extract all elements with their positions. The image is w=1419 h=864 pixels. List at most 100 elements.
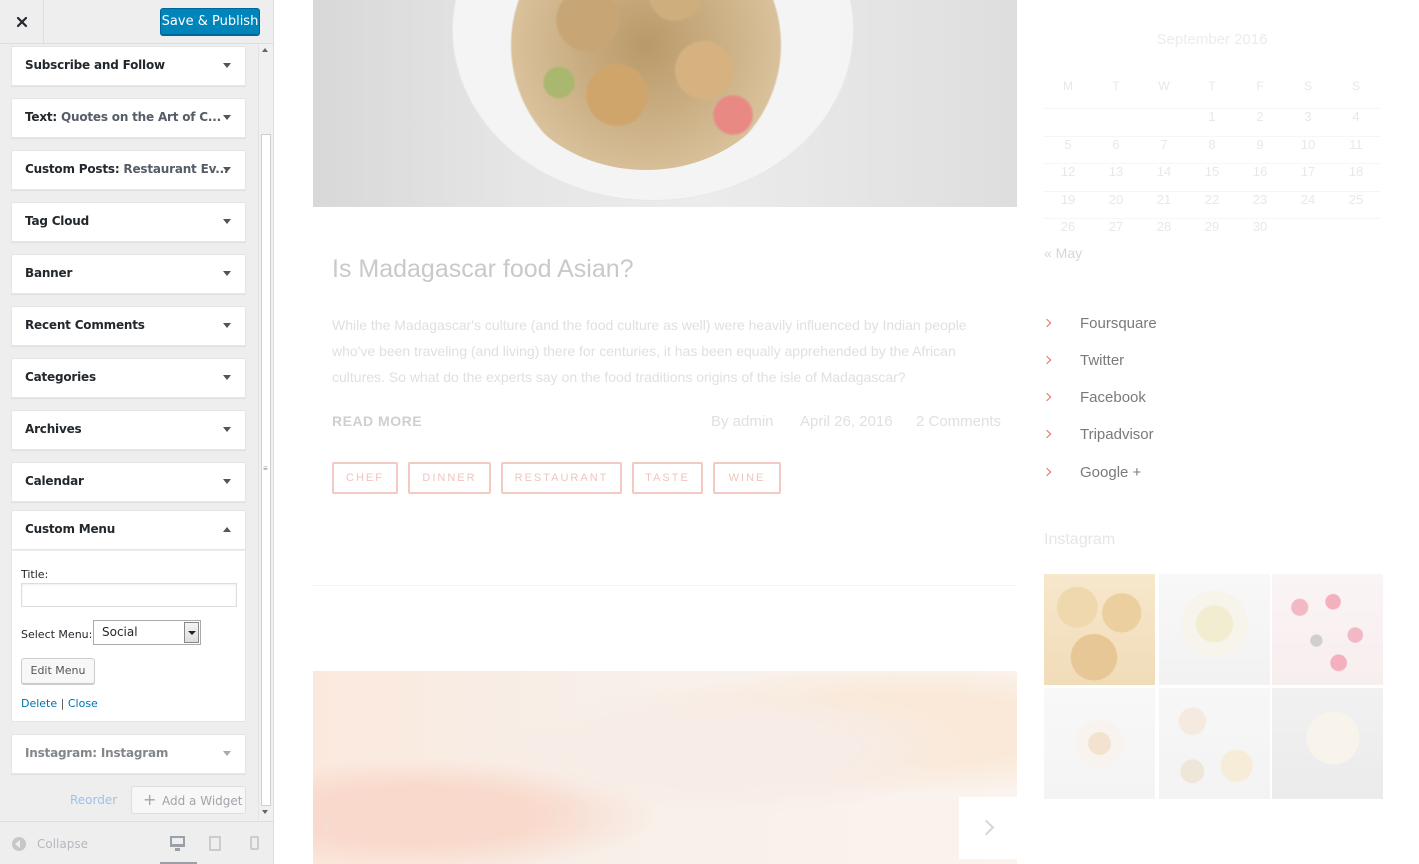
instagram-photo[interactable] [1044,574,1155,685]
calendar-prev-link[interactable]: « May [1044,245,1082,261]
calendar-day: 13 [1108,164,1124,179]
chevron-down-icon[interactable] [223,63,231,68]
close-link[interactable]: Close [68,697,98,710]
calendar-weekday: M [1063,79,1073,93]
chevron-down-icon[interactable] [223,751,231,756]
tag-taste[interactable]: TASTE [632,462,703,494]
instagram-photo[interactable] [1272,574,1383,685]
save-publish-button[interactable]: Save & Publish [160,8,260,35]
widget-custom-menu[interactable]: Custom Menu [11,510,246,550]
chevron-right-icon [1042,467,1052,477]
post-author[interactable]: By admin [711,413,774,430]
widget-title: Archives [25,422,82,436]
social-label[interactable]: Google + [1080,464,1141,481]
widget-recent-comments[interactable]: Recent Comments [11,306,246,346]
social-item-tripadvisor[interactable]: Tripadvisor [1042,425,1344,447]
tag-restaurant[interactable]: RESTAURANT [501,462,622,494]
social-item-twitter[interactable]: Twitter [1042,351,1344,373]
calendar-weekday: W [1158,79,1170,93]
calendar-day: 10 [1300,136,1316,152]
calendar-day: 26 [1060,219,1076,234]
chevron-down-icon[interactable] [223,219,231,224]
select-menu-dropdown[interactable]: Social [93,620,201,645]
sidebar-scrollbar[interactable]: ≡ [258,44,273,820]
chevron-down-icon[interactable] [223,479,231,484]
widget-archives[interactable]: Archives [11,410,246,450]
tag-wine[interactable]: WINE [713,462,781,494]
customizer-footer: Collapse [0,821,273,864]
widget-title: Subscribe and Follow [25,58,165,72]
post-featured-image[interactable] [313,0,1017,207]
calendar-day: 6 [1112,136,1120,152]
calendar-weekday: T [1112,79,1120,93]
scroll-up-icon[interactable] [262,48,268,52]
widget-list: Subscribe and Follow Text: Quotes on the… [0,44,258,820]
chevron-down-icon[interactable] [184,622,199,643]
add-widget-button[interactable]: + Add a Widget [131,786,246,814]
tablet-icon[interactable] [209,836,221,851]
chevron-down-icon[interactable] [223,115,231,120]
calendar-day: 19 [1060,191,1076,207]
widget-title: Recent Comments [25,318,145,332]
calendar-day: 4 [1352,109,1360,124]
tag-dinner[interactable]: DINNER [408,462,491,494]
instagram-photo[interactable] [1159,574,1270,685]
chevron-down-icon[interactable] [223,271,231,276]
post-comments[interactable]: 2 Comments [916,413,1001,430]
chevron-down-icon[interactable] [223,323,231,328]
instagram-photo[interactable] [1272,688,1383,799]
widget-calendar[interactable]: Calendar [11,462,246,502]
title-input[interactable] [21,583,237,607]
slider-next-button[interactable] [959,797,1017,859]
close-customizer-button[interactable] [0,0,44,44]
post-date[interactable]: April 26, 2016 [800,413,893,430]
widget-banner[interactable]: Banner [11,254,246,294]
widget-title: Categories [25,370,96,384]
tag-chef[interactable]: CHEF [332,462,398,494]
chevron-right-icon [1042,355,1052,365]
instagram-photo[interactable] [1159,688,1270,799]
collapse-icon[interactable] [12,837,26,851]
collapse-button[interactable]: Collapse [37,837,88,851]
social-item-foursquare[interactable]: Foursquare [1042,314,1344,336]
read-more-link[interactable]: READ MORE [332,413,422,429]
social-item-facebook[interactable]: Facebook [1042,388,1344,410]
widget-instagram[interactable]: Instagram: Instagram [11,734,246,774]
close-icon [16,16,27,28]
chevron-up-icon[interactable] [223,527,231,532]
calendar-caption: September 2016 [1156,31,1268,48]
post-title[interactable]: Is Madagascar food Asian? [332,255,634,284]
calendar-day: 25 [1348,191,1364,207]
chevron-down-icon[interactable] [223,167,231,172]
social-item-google-plus[interactable]: Google + [1042,463,1344,485]
widget-title: Text: Quotes on the Art of C... [25,110,221,124]
social-label[interactable]: Foursquare [1080,315,1157,332]
instagram-title: Instagram [1044,531,1116,548]
mobile-icon[interactable] [250,836,259,850]
widget-categories[interactable]: Categories [11,358,246,398]
widget-title: Tag Cloud [25,214,90,228]
slider-image[interactable] [313,671,1017,864]
social-label[interactable]: Twitter [1080,352,1124,369]
widget-subscribe-and-follow[interactable]: Subscribe and Follow [11,46,246,86]
chevron-down-icon[interactable] [223,427,231,432]
chevron-down-icon[interactable] [223,375,231,380]
widget-text-quotes[interactable]: Text: Quotes on the Art of C... [11,98,246,138]
scroll-down-icon[interactable] [262,810,268,814]
calendar-day: 12 [1060,164,1076,179]
reorder-link[interactable]: Reorder [70,793,117,807]
calendar-day: 11 [1349,136,1363,152]
widget-title: Instagram: Instagram [25,746,169,760]
custom-menu-form: Title: Select Menu: Social Edit Menu Del… [11,550,246,722]
site-preview: Is Madagascar food Asian? While the Mada… [275,0,1419,864]
desktop-icon[interactable] [170,836,185,851]
widget-actions: Delete | Close [21,697,98,710]
delete-link[interactable]: Delete [21,697,57,710]
widget-tag-cloud[interactable]: Tag Cloud [11,202,246,242]
social-label[interactable]: Facebook [1080,389,1146,406]
widget-custom-posts[interactable]: Custom Posts: Restaurant Ev... [11,150,246,190]
edit-menu-button[interactable]: Edit Menu [21,658,95,684]
social-label[interactable]: Tripadvisor [1080,426,1154,443]
calendar-day: 9 [1256,136,1264,152]
instagram-photo[interactable] [1044,688,1155,799]
